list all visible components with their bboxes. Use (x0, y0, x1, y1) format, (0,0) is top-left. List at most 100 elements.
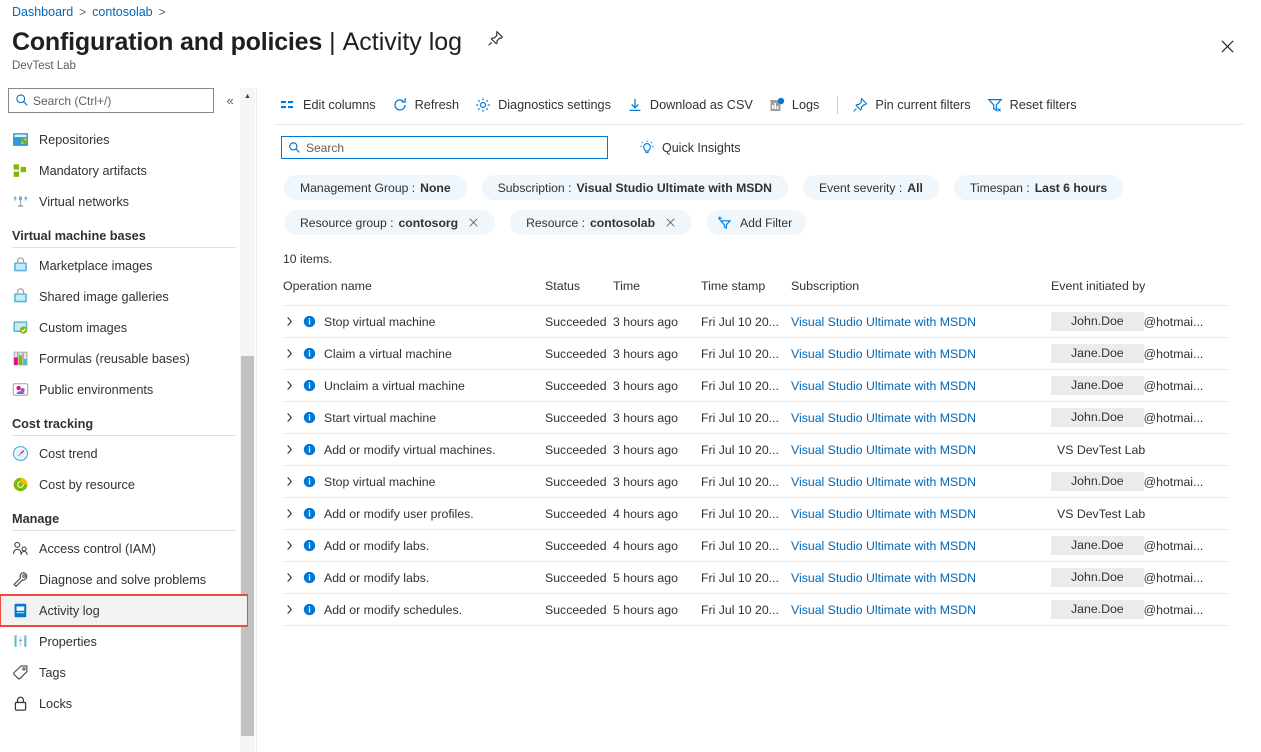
table-row[interactable]: Unclaim a virtual machineSucceeded3 hour… (283, 370, 1229, 402)
subscription-link[interactable]: Visual Studio Ultimate with MSDN (791, 379, 976, 393)
cell-status: Succeeded (545, 434, 613, 466)
sidebar-item-locks[interactable]: Locks (0, 688, 248, 719)
column-header-time-stamp[interactable]: Time stamp (701, 279, 791, 306)
expand-row-chevron-icon[interactable] (283, 540, 295, 551)
sidebar-scrollbar-thumb[interactable] (241, 356, 254, 736)
table-row[interactable]: Add or modify user profiles.Succeeded4 h… (283, 498, 1229, 530)
add-filter-button[interactable]: Add Filter (707, 210, 806, 235)
column-header-event-initiated-by[interactable]: Event initiated by (1051, 279, 1229, 306)
sidebar-item-public-environments[interactable]: Public environments (0, 374, 248, 405)
expand-row-chevron-icon[interactable] (283, 508, 295, 519)
table-row[interactable]: Add or modify schedules.Succeeded5 hours… (283, 594, 1229, 626)
pin-icon (852, 97, 868, 113)
sidebar-item-shared-image-galleries[interactable]: Shared image galleries (0, 281, 248, 312)
cell-subscription: Visual Studio Ultimate with MSDN (791, 434, 1051, 466)
scroll-up-arrow-icon[interactable]: ▲ (240, 88, 255, 104)
reset-filters-button[interactable]: Reset filters (981, 94, 1087, 116)
column-header-time[interactable]: Time (613, 279, 701, 306)
cell-time-stamp: Fri Jul 10 20... (701, 530, 791, 562)
refresh-button[interactable]: Refresh (386, 94, 469, 116)
subscription-link[interactable]: Visual Studio Ultimate with MSDN (791, 347, 976, 361)
pin-icon[interactable] (484, 28, 506, 50)
subscription-link[interactable]: Visual Studio Ultimate with MSDN (791, 475, 976, 489)
filter-pill-remove-icon[interactable] (468, 217, 479, 228)
sidebar-item-custom-images[interactable]: Custom images (0, 312, 248, 343)
sidebar-item-properties[interactable]: Properties (0, 626, 248, 657)
expand-row-chevron-icon[interactable] (283, 444, 295, 455)
sidebar-item-tags[interactable]: Tags (0, 657, 248, 688)
filter-pill-resource[interactable]: Resource :contosolab (510, 210, 692, 235)
filter-pill-label: Timespan : (970, 181, 1030, 195)
sidebar-item-access-control-iam[interactable]: Access control (IAM) (0, 533, 248, 564)
subscription-link[interactable]: Visual Studio Ultimate with MSDN (791, 315, 976, 329)
expand-row-chevron-icon[interactable] (283, 316, 295, 327)
expand-row-chevron-icon[interactable] (283, 604, 295, 615)
sidebar-item-formulas-reusable-bases[interactable]: Formulas (reusable bases) (0, 343, 248, 374)
sidebar-scrollbar[interactable]: ▲ (240, 88, 255, 752)
table-row[interactable]: Stop virtual machineSucceeded3 hours ago… (283, 306, 1229, 338)
download-csv-button[interactable]: Download as CSV (621, 94, 763, 116)
refresh-label: Refresh (415, 98, 459, 112)
pin-current-filters-button[interactable]: Pin current filters (846, 94, 980, 116)
operation-name-text: Add or modify labs. (324, 539, 429, 553)
properties-icon (12, 633, 29, 650)
initiator-domain: @hotmai... (1144, 603, 1204, 617)
subscription-link[interactable]: Visual Studio Ultimate with MSDN (791, 571, 976, 585)
breadcrumb-item-dashboard[interactable]: Dashboard (12, 5, 73, 19)
expand-row-chevron-icon[interactable] (283, 572, 295, 583)
sidebar-item-cost-by-resource[interactable]: Cost by resource (0, 469, 248, 500)
subscription-link[interactable]: Visual Studio Ultimate with MSDN (791, 603, 976, 617)
table-row[interactable]: Start virtual machineSucceeded3 hours ag… (283, 402, 1229, 434)
filter-pill-management-group[interactable]: Management Group : None (284, 175, 467, 200)
filter-pill-event-severity[interactable]: Event severity :All (803, 175, 939, 200)
filter-pill-remove-icon[interactable] (665, 217, 676, 228)
initiator-domain: @hotmai... (1144, 539, 1204, 553)
subscription-link[interactable]: Visual Studio Ultimate with MSDN (791, 507, 976, 521)
subscription-link[interactable]: Visual Studio Ultimate with MSDN (791, 443, 976, 457)
public-environments-icon (12, 381, 29, 398)
cell-time: 3 hours ago (613, 370, 701, 402)
filter-pill-value: None (420, 181, 450, 195)
edit-columns-button[interactable]: Edit columns (274, 94, 386, 116)
expand-row-chevron-icon[interactable] (283, 476, 295, 487)
cell-operation-name: Stop virtual machine (283, 466, 545, 498)
breadcrumb-item-contosolab[interactable]: contosolab (92, 5, 152, 19)
table-row[interactable]: Stop virtual machineSucceeded3 hours ago… (283, 466, 1229, 498)
logs-button[interactable]: Logs (763, 94, 830, 116)
filter-pill-timespan[interactable]: Timespan :Last 6 hours (954, 175, 1123, 200)
sidebar-item-marketplace-images[interactable]: Marketplace images (0, 250, 248, 281)
sidebar-item-cost-trend[interactable]: Cost trend (0, 438, 248, 469)
subscription-link[interactable]: Visual Studio Ultimate with MSDN (791, 539, 976, 553)
expand-row-chevron-icon[interactable] (283, 348, 295, 359)
column-header-operation-name[interactable]: Operation name (283, 279, 545, 306)
cell-event-initiated-by: John.Doe@hotmai... (1051, 466, 1229, 498)
close-icon[interactable] (1215, 34, 1239, 58)
filter-pill-subscription[interactable]: Subscription :Visual Studio Ultimate wit… (482, 175, 788, 200)
sidebar-item-repositories[interactable]: Repositories (0, 124, 248, 155)
sidebar-item-virtual-networks[interactable]: Virtual networks (0, 186, 248, 217)
cell-time-stamp: Fri Jul 10 20... (701, 562, 791, 594)
info-icon (303, 571, 316, 584)
table-row[interactable]: Claim a virtual machineSucceeded3 hours … (283, 338, 1229, 370)
expand-row-chevron-icon[interactable] (283, 380, 295, 391)
sidebar-item-diagnose-and-solve-problems[interactable]: Diagnose and solve problems (0, 564, 248, 595)
sidebar-item-mandatory-artifacts[interactable]: Mandatory artifacts (0, 155, 248, 186)
diagnostics-settings-button[interactable]: Diagnostics settings (469, 94, 621, 116)
search-input[interactable]: Search (281, 136, 608, 159)
cell-event-initiated-by: VS DevTest Lab (1051, 498, 1229, 530)
table-row[interactable]: Add or modify virtual machines.Succeeded… (283, 434, 1229, 466)
quick-insights-button[interactable]: Quick Insights (639, 140, 741, 156)
column-header-status[interactable]: Status (545, 279, 613, 306)
filter-pill-resource-group[interactable]: Resource group :contosorg (284, 210, 495, 235)
column-header-subscription[interactable]: Subscription (791, 279, 1051, 306)
cell-subscription: Visual Studio Ultimate with MSDN (791, 594, 1051, 626)
chevron-double-left-icon[interactable]: « (220, 91, 240, 111)
operation-name-text: Claim a virtual machine (324, 347, 452, 361)
sidebar-search-input[interactable]: Search (Ctrl+/) (8, 88, 214, 113)
sidebar-item-activity-log[interactable]: Activity log (0, 595, 248, 626)
subscription-link[interactable]: Visual Studio Ultimate with MSDN (791, 411, 976, 425)
expand-row-chevron-icon[interactable] (283, 412, 295, 423)
filter-pill-label: Management Group : (300, 181, 415, 195)
table-row[interactable]: Add or modify labs.Succeeded5 hours agoF… (283, 562, 1229, 594)
table-row[interactable]: Add or modify labs.Succeeded4 hours agoF… (283, 530, 1229, 562)
